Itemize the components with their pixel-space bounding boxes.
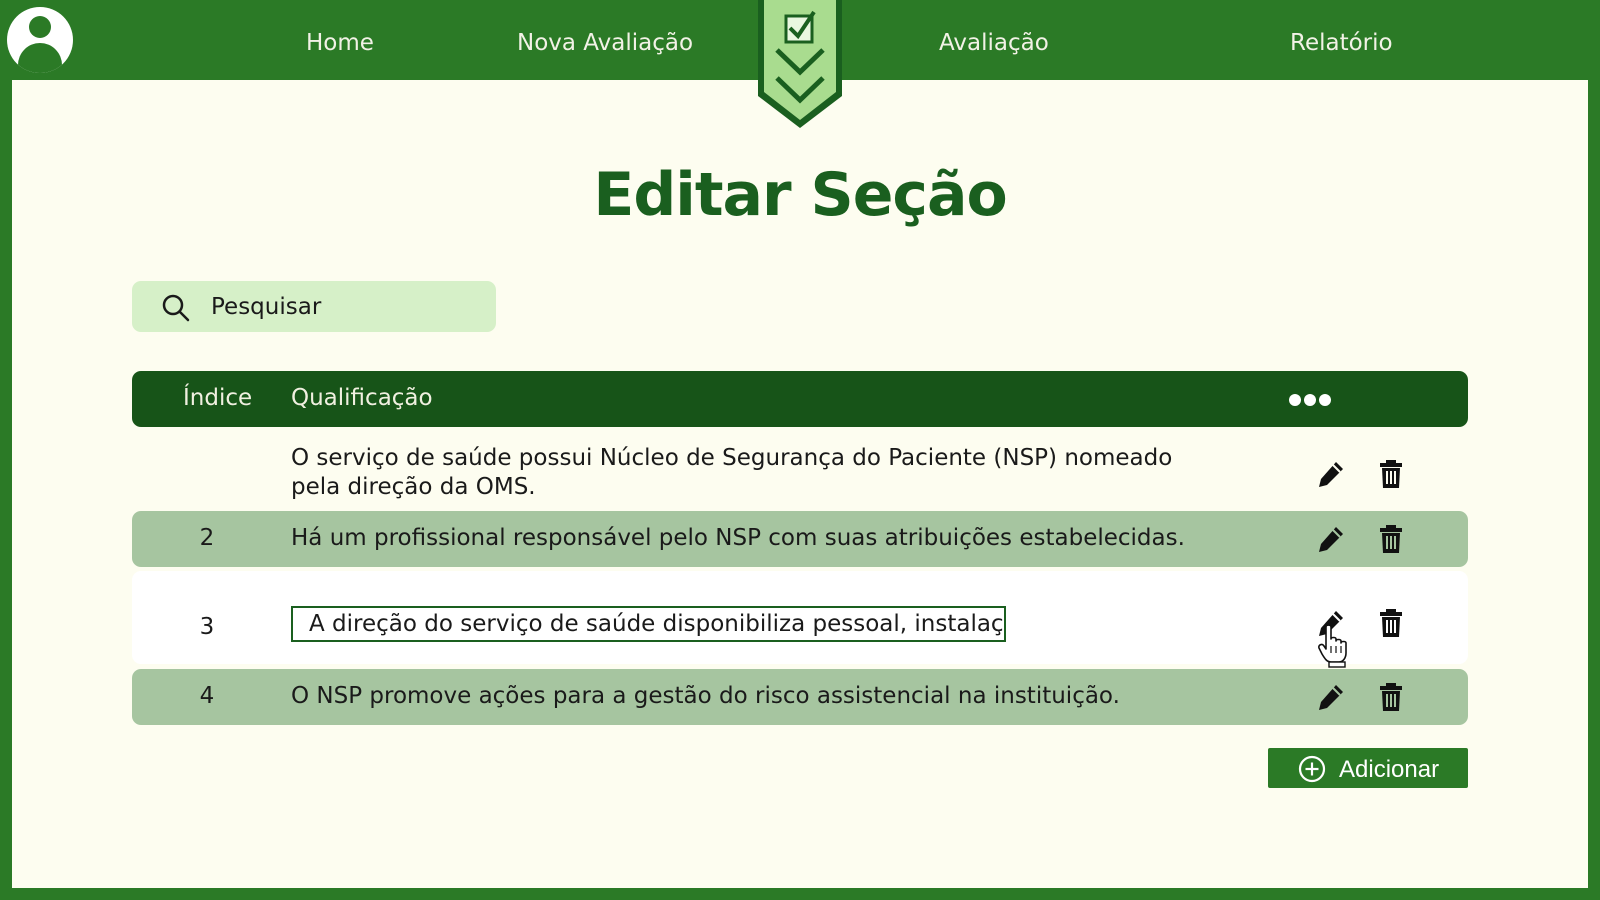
edit-pencil-icon[interactable] [1316, 682, 1346, 712]
column-header-qualification: Qualificação [291, 385, 433, 411]
nav-home[interactable]: Home [306, 30, 374, 56]
row-index: 2 [199, 525, 215, 551]
add-button[interactable]: Adicionar [1268, 748, 1468, 788]
row-qualification-text: Há um profissional responsável pelo NSP … [291, 525, 1185, 551]
table-row: 4 O NSP promove ações para a gestão do r… [132, 669, 1468, 725]
table-header: Índice Qualificação [132, 371, 1468, 427]
table-row-editing: 3 [132, 571, 1468, 664]
search-input[interactable]: Pesquisar [132, 281, 496, 332]
edit-pencil-icon[interactable] [1316, 459, 1346, 489]
search-icon [162, 294, 190, 322]
table-row: O serviço de saúde possui Núcleo de Segu… [132, 441, 1468, 503]
trash-icon[interactable] [1376, 524, 1406, 554]
app-logo-icon[interactable] [754, 0, 846, 132]
nav-relatorio[interactable]: Relatório [1290, 30, 1393, 56]
qualification-edit-input[interactable] [291, 606, 1006, 642]
page-title: Editar Seção [593, 160, 1007, 230]
search-placeholder: Pesquisar [211, 294, 322, 320]
more-options-icon[interactable] [1289, 391, 1339, 406]
add-circle-icon [1298, 755, 1326, 783]
edit-pencil-icon[interactable] [1316, 524, 1346, 554]
nav-nova-avaliacao[interactable]: Nova Avaliação [517, 30, 693, 56]
row-index: 3 [199, 614, 215, 640]
table-row: 2 Há um profissional responsável pelo NS… [132, 511, 1468, 567]
row-qualification-text: O NSP promove ações para a gestão do ris… [291, 683, 1120, 709]
trash-icon[interactable] [1376, 459, 1406, 489]
trash-icon[interactable] [1376, 608, 1406, 638]
hand-pointer-cursor-icon [1318, 624, 1347, 668]
column-header-index: Índice [183, 385, 253, 411]
row-index: 4 [199, 683, 215, 709]
row-qualification-text: O serviço de saúde possui Núcleo de Segu… [291, 445, 1173, 500]
trash-icon[interactable] [1376, 682, 1406, 712]
add-button-label: Adicionar [1339, 756, 1440, 783]
user-avatar-icon[interactable] [7, 7, 73, 73]
nav-avaliacao[interactable]: Avaliação [939, 30, 1049, 56]
